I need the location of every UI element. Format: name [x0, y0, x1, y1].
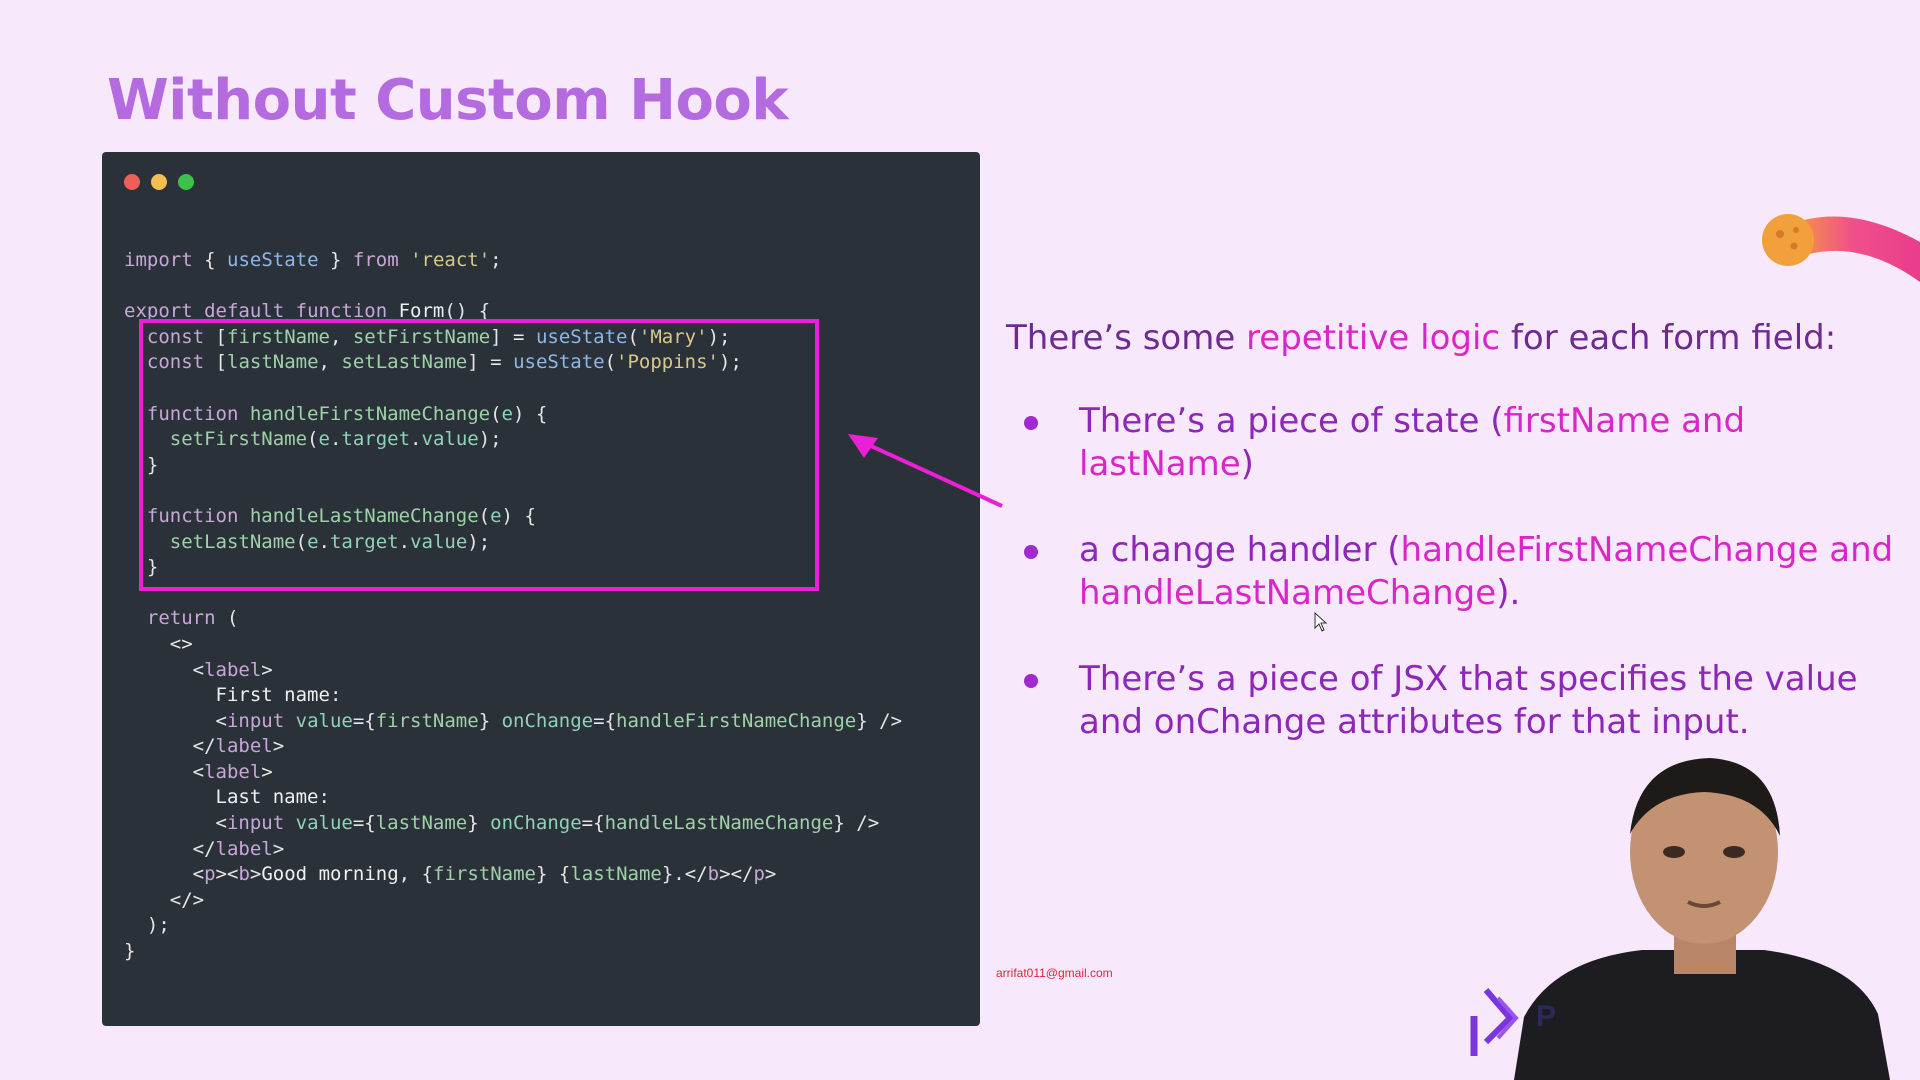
bullet-item-jsx: There’s a piece of JSX that specifies th… — [1020, 658, 1919, 744]
lead-text: There’s some — [1006, 318, 1247, 358]
presenter-webcam — [1514, 758, 1890, 1080]
bullet-item-handler: a change handler (handleFirstNameChange … — [1020, 529, 1919, 615]
code-line: First name: — [215, 684, 342, 707]
code-line: </label> — [192, 837, 285, 860]
window-controls — [124, 174, 194, 190]
bullet-text: a change handler ( — [1079, 530, 1401, 570]
bullet-list: There’s a piece of state (firstName and … — [1020, 400, 1919, 787]
code-line: import { useState } from 'react'; — [124, 249, 502, 271]
lead-highlight: repetitive logic — [1246, 318, 1501, 358]
code-line: <input value={lastName} onChange={handle… — [215, 812, 880, 835]
code-line: <label> — [192, 658, 273, 681]
explanation-lead: There’s some repetitive logic for each f… — [1006, 318, 1836, 358]
code-line: return ( — [146, 607, 239, 630]
minimize-dot-icon — [151, 174, 167, 190]
code-line: } — [124, 940, 136, 963]
logo-text: P — [1536, 1000, 1556, 1033]
lead-text-end: for each form field: — [1500, 318, 1837, 358]
code-line: <label> — [192, 760, 273, 783]
arrow-icon — [848, 434, 1003, 508]
code-line: Last name: — [215, 786, 330, 809]
bullet-item-state: There’s a piece of state (firstName and … — [1020, 400, 1919, 486]
close-dot-icon — [124, 174, 140, 190]
email-watermark: arrifat011@gmail.com — [996, 966, 1113, 980]
bullet-text-end: ) — [1240, 444, 1254, 484]
bullet-text: There’s a piece of JSX that specifies th… — [1079, 659, 1858, 742]
bullet-text-end: ). — [1496, 573, 1521, 613]
brand-logo-icon: P — [1470, 988, 1556, 1056]
mouse-cursor-icon — [1314, 612, 1328, 632]
code-line: <> — [169, 632, 193, 655]
slide-title: Without Custom Hook — [107, 68, 789, 133]
code-line: </label> — [192, 735, 285, 758]
code-line: <input value={firstName} onChange={handl… — [215, 709, 903, 732]
code-line: <p><b>Good morning, {firstName} {lastNam… — [192, 863, 777, 886]
fireball-decoration-icon — [1762, 214, 1920, 282]
code-line: </> — [169, 888, 205, 911]
highlight-box — [139, 319, 819, 591]
maximize-dot-icon — [178, 174, 194, 190]
bullet-text: There’s a piece of state ( — [1079, 401, 1504, 441]
code-line: ); — [146, 914, 170, 937]
